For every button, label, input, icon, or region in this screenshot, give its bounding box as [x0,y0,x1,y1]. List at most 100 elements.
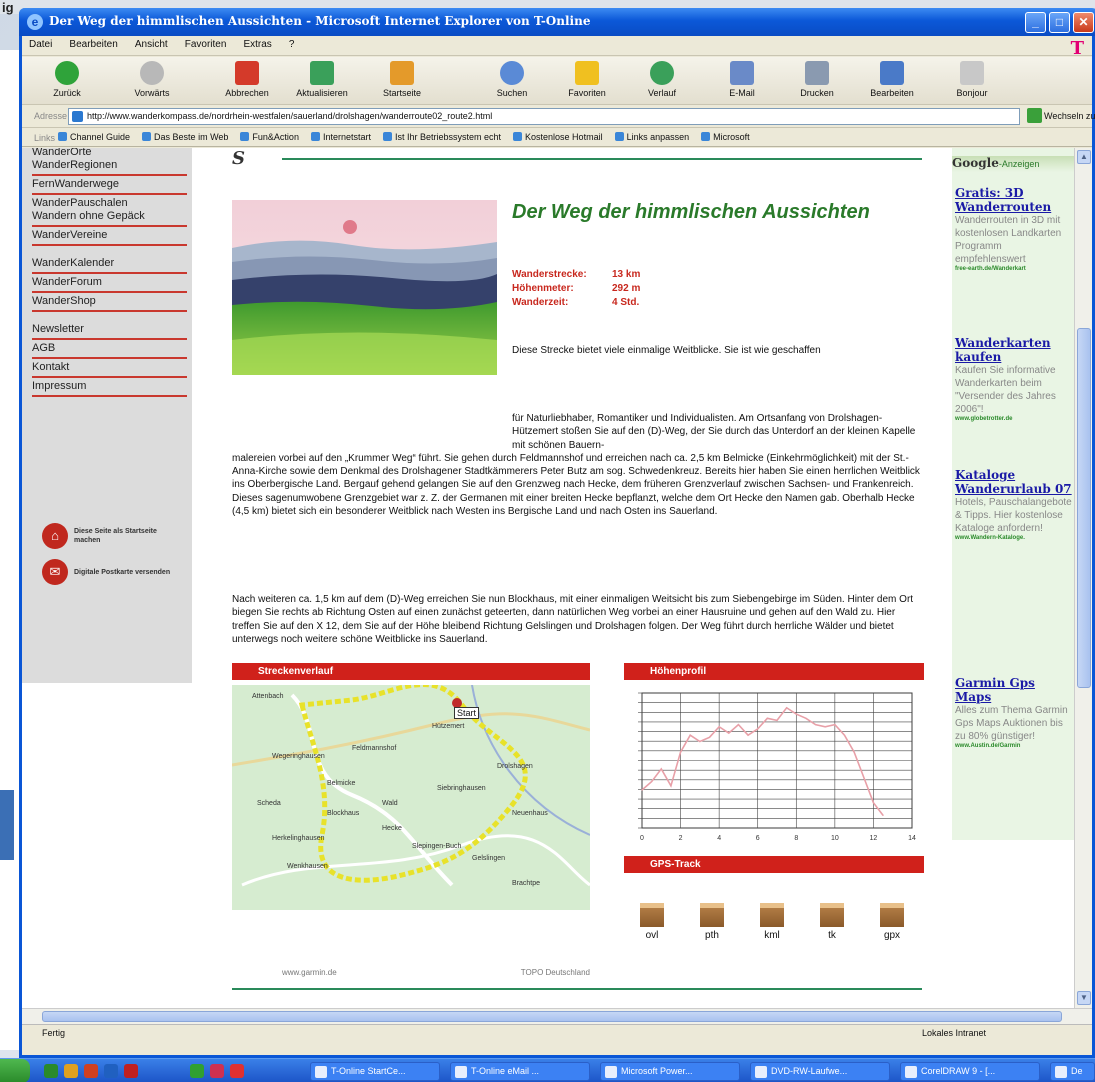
links-item[interactable]: Ist Ihr Betriebssystem echt [383,132,501,142]
ad-body: Kaufen Sie informative Wanderkarten beim… [955,365,1056,415]
nav-item[interactable]: Newsletter [32,321,187,340]
toolbar-button-label: Verlauf [647,88,677,98]
go-arrow-icon[interactable] [1027,108,1042,123]
toolbar-button-search[interactable]: Suchen [477,61,547,98]
links-item[interactable]: Fun&Action [240,132,299,142]
taskbar-button[interactable]: T-Online StartCe... [310,1062,440,1081]
x-tick-label: 4 [717,835,721,842]
taskbar-button[interactable]: DVD-RW-Laufwe... [750,1062,890,1081]
links-item[interactable]: Microsoft [701,132,750,142]
toolbar-button-printer[interactable]: Drucken [782,61,852,98]
map-place-label: Wald [382,800,398,807]
nav-item[interactable]: WanderForum [32,274,187,293]
toolbar-button-forward-arrow[interactable]: Vorwärts [117,61,187,98]
nav-item[interactable]: Kontakt [32,359,187,378]
menu-datei[interactable]: Datei [22,36,59,53]
quicklaunch-icon[interactable] [104,1064,118,1078]
quicklaunch-icon[interactable] [124,1064,138,1078]
maximize-button[interactable]: □ [1049,12,1070,33]
map-place-label: Herkelinghausen [272,835,325,842]
start-button[interactable] [0,1059,30,1082]
ad-title-link[interactable]: Gratis: 3D Wanderrouten [955,186,1073,214]
nav-item[interactable]: Impressum [32,378,187,397]
route-stats: Wanderstrecke: 13 km Höhenmeter: 292 m Wande… [512,268,640,310]
ad-title-link[interactable]: Kataloge Wanderurlaub 07 [955,468,1073,496]
toolbar-button-refresh[interactable]: Aktualisieren [287,61,357,98]
vertical-scrollbar[interactable]: ▲ ▼ [1074,148,1092,1008]
ad-url-link[interactable]: www.Austin.de/Garmin [955,743,1073,749]
close-button[interactable]: ✕ [1073,12,1094,33]
scroll-down-arrow-icon[interactable]: ▼ [1077,991,1091,1005]
toolbar-button-stop[interactable]: Abbrechen [212,61,282,98]
nav-item[interactable]: FernWanderwege [32,176,187,195]
quicklaunch-icon[interactable] [64,1064,78,1078]
gps-download-pth[interactable]: pth [692,903,732,941]
quicklaunch-icon[interactable] [230,1064,244,1078]
elevation-point [776,719,778,722]
gps-download-kml[interactable]: kml [752,903,792,941]
quicklaunch-icon[interactable] [210,1064,224,1078]
menu-favoriten[interactable]: Favoriten [178,36,234,53]
links-item[interactable]: Das Beste im Web [142,132,228,142]
ad-url-link[interactable]: www.globetrotter.de [955,416,1073,422]
nav-item[interactable]: WanderShop [32,293,187,312]
menu-extras[interactable]: Extras [236,36,278,53]
menu-bearbeiten[interactable]: Bearbeiten [62,36,124,53]
ad-title-link[interactable]: Wanderkarten kaufen [955,336,1073,364]
menu-help[interactable]: ? [282,36,302,53]
send-postcard-link[interactable]: ✉ Digitale Postkarte versenden [42,559,182,585]
address-input[interactable]: http://www.wanderkompass.de/nordrhein-we… [68,108,1020,125]
links-item[interactable]: Kostenlose Hotmail [513,132,603,142]
links-item[interactable]: Channel Guide [58,132,130,142]
menu-ansicht[interactable]: Ansicht [128,36,175,53]
nav-item[interactable]: WanderKalender [32,255,187,274]
links-item[interactable]: Internetstart [311,132,371,142]
nav-item[interactable]: WanderOrte WanderRegionen [32,148,187,176]
go-button-label[interactable]: Wechseln zu [1044,111,1095,121]
ad-url-link[interactable]: free-earth.de/Wanderkart [955,266,1073,272]
quicklaunch-ie-icon[interactable] [44,1064,58,1078]
gps-format-label: pth [705,930,719,941]
nav-item[interactable]: WanderVereine [32,227,187,246]
gps-download-gpx[interactable]: gpx [872,903,912,941]
toolbar-button-star[interactable]: Favoriten [552,61,622,98]
toolbar-button-bonjour[interactable]: Bonjour [937,61,1007,98]
gps-download-tk[interactable]: tk [812,903,852,941]
gps-download-ovl[interactable]: ovl [632,903,672,941]
toolbar-button-label: Suchen [496,88,528,98]
links-item[interactable]: Links anpassen [615,132,690,142]
taskbar-button[interactable]: Microsoft Power... [600,1062,740,1081]
send-postcard-label: Digitale Postkarte versenden [74,568,171,576]
horizontal-scrollbar[interactable] [22,1008,1092,1024]
taskbar-button[interactable]: De [1050,1062,1095,1081]
page-content: WanderOrte WanderRegionen FernWanderwege Wa… [22,148,1092,1008]
scroll-up-arrow-icon[interactable]: ▲ [1077,150,1091,164]
nav-item[interactable]: AGB [32,340,187,359]
gps-format-label: kml [764,930,780,941]
taskbar-button[interactable]: CorelDRAW 9 - [... [900,1062,1040,1081]
quicklaunch-icon[interactable] [84,1064,98,1078]
toolbar-button-history[interactable]: Verlauf [627,61,697,98]
toolbar-button-edit[interactable]: Bearbeiten [857,61,927,98]
nav-item-label: WanderForum [32,276,102,288]
nav-item[interactable]: WanderPauschalen Wandern ohne Gepäck [32,195,187,227]
elevation-point [641,789,643,791]
taskbar-button[interactable]: T-Online eMail ... [450,1062,590,1081]
ad-item: Wanderkarten kaufen Kaufen Sie informativ… [955,336,1073,422]
title-bar[interactable]: e Der Weg der himmlischen Aussichten - M… [19,8,1095,36]
horizontal-scroll-thumb[interactable] [42,1011,1062,1022]
vertical-scroll-thumb[interactable] [1077,328,1091,688]
ad-url-link[interactable]: www.Wandern-Kataloge. [955,535,1073,541]
minimize-button[interactable]: _ [1025,12,1046,33]
bonjour-icon [960,61,984,85]
toolbar-button-mail[interactable]: E-Mail [707,61,777,98]
set-homepage-link[interactable]: ⌂ Diese Seite als Startseite machen [42,523,182,549]
quicklaunch-icon[interactable] [190,1064,204,1078]
route-map[interactable]: Attenbach Wegeringhausen Feldmannshof Drols… [232,685,590,910]
toolbar-button-back-arrow[interactable]: Zurück [32,61,102,98]
elevation-point [708,736,711,738]
ad-title-link[interactable]: Garmin Gps Maps [955,676,1073,704]
toolbar-button-home[interactable]: Startseite [367,61,437,98]
elevation-point [882,814,884,816]
